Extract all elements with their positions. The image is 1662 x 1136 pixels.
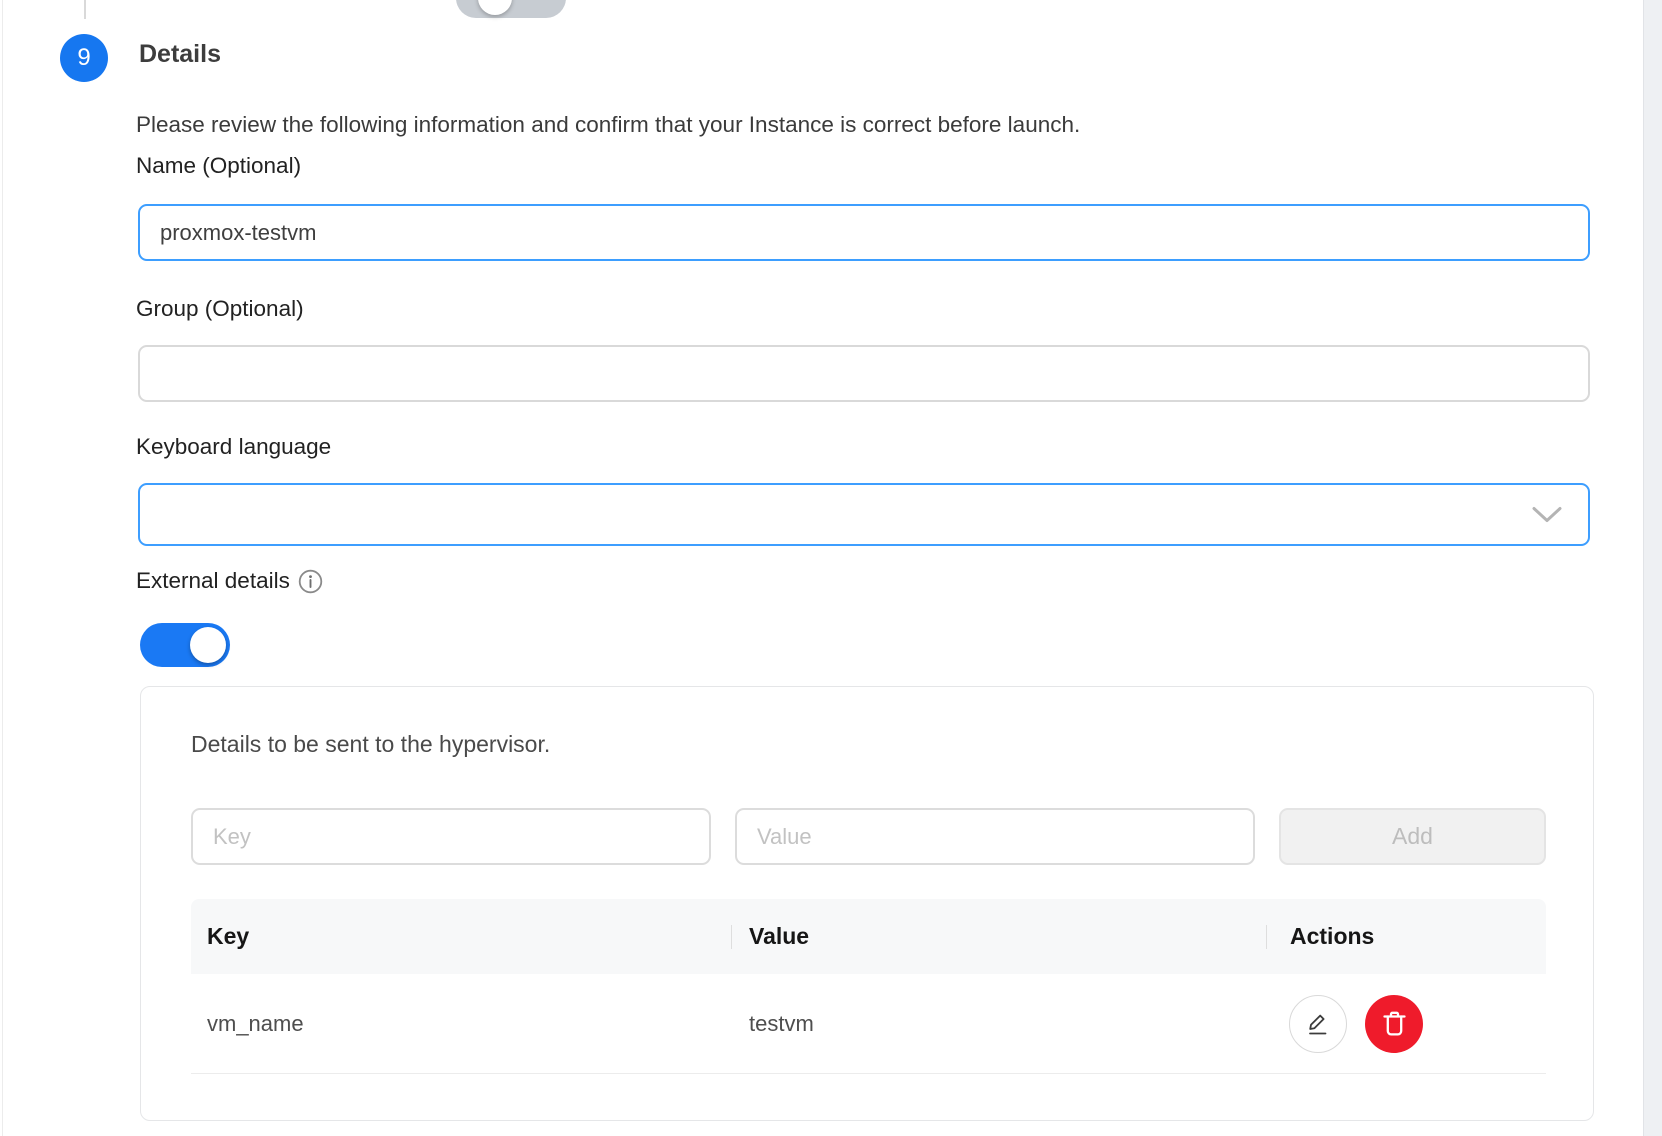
scrollbar-track[interactable] bbox=[1643, 0, 1662, 1136]
row-key-cell: vm_name bbox=[191, 1011, 731, 1037]
external-details-panel: Details to be sent to the hypervisor. Ad… bbox=[140, 686, 1594, 1121]
table-header: Key Value Actions bbox=[191, 899, 1546, 974]
page-title: Details bbox=[139, 40, 221, 69]
group-input[interactable] bbox=[138, 345, 1590, 402]
details-step-page: 9 Details Please review the following in… bbox=[0, 0, 1662, 1136]
row-actions-cell bbox=[1266, 995, 1546, 1053]
name-input[interactable] bbox=[138, 204, 1590, 261]
table-row: vm_name testvm bbox=[191, 974, 1546, 1074]
step-number-badge: 9 bbox=[60, 34, 108, 82]
toggle-knob bbox=[478, 0, 512, 15]
page-left-border bbox=[2, 0, 3, 1136]
keyboard-language-select[interactable] bbox=[138, 483, 1590, 546]
header-divider bbox=[1266, 925, 1267, 949]
toggle-knob bbox=[190, 627, 226, 663]
trash-icon bbox=[1381, 1009, 1408, 1038]
header-value: Value bbox=[731, 923, 1266, 950]
pencil-icon bbox=[1305, 1010, 1331, 1037]
external-details-label-row: External details bbox=[136, 568, 323, 594]
name-label: Name (Optional) bbox=[136, 153, 301, 179]
chevron-down-icon bbox=[1532, 506, 1562, 523]
group-label: Group (Optional) bbox=[136, 296, 304, 322]
external-details-label: External details bbox=[136, 568, 290, 594]
external-details-toggle[interactable] bbox=[140, 623, 230, 667]
previous-step-toggle[interactable] bbox=[456, 0, 566, 18]
intro-text: Please review the following information … bbox=[136, 112, 1080, 138]
details-table: Key Value Actions vm_name testvm bbox=[191, 899, 1546, 1074]
hypervisor-description: Details to be sent to the hypervisor. bbox=[191, 731, 550, 758]
add-button[interactable]: Add bbox=[1279, 808, 1546, 865]
header-key: Key bbox=[191, 923, 731, 950]
header-divider bbox=[731, 925, 732, 949]
delete-row-button[interactable] bbox=[1365, 995, 1423, 1053]
value-input[interactable] bbox=[735, 808, 1255, 865]
step-connector-line bbox=[84, 0, 86, 19]
info-icon[interactable] bbox=[298, 569, 323, 594]
key-input[interactable] bbox=[191, 808, 711, 865]
keyboard-language-label: Keyboard language bbox=[136, 434, 331, 460]
edit-row-button[interactable] bbox=[1289, 995, 1347, 1053]
header-actions: Actions bbox=[1266, 923, 1546, 950]
row-value-cell: testvm bbox=[731, 1011, 1266, 1037]
